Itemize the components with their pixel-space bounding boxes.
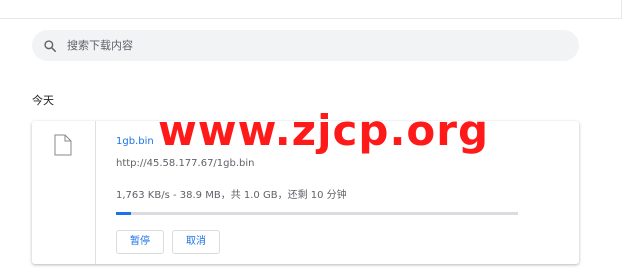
search-bar[interactable] [32, 30, 579, 61]
file-name-link[interactable]: 1gb.bin [116, 136, 154, 147]
progress-bar-fill [116, 212, 132, 215]
progress-bar [116, 212, 518, 215]
cancel-button[interactable]: 取消 [172, 230, 220, 254]
search-icon [44, 39, 57, 52]
date-heading: 今天 [32, 94, 54, 107]
search-input[interactable] [67, 39, 547, 52]
downloads-page: 今天 1gb.bin http://45.58.177.67/1gb.bin 1… [0, 0, 640, 272]
pause-button[interactable]: 暂停 [116, 230, 164, 254]
file-url: http://45.58.177.67/1gb.bin [116, 158, 255, 169]
file-icon [54, 134, 72, 156]
file-icon-column [32, 121, 96, 264]
download-status: 1,763 KB/s - 38.9 MB，共 1.0 GB，还剩 10 分钟 [116, 190, 347, 201]
download-item-card: 1gb.bin http://45.58.177.67/1gb.bin 1,76… [32, 121, 579, 264]
top-toolbar-edge [0, 0, 622, 19]
